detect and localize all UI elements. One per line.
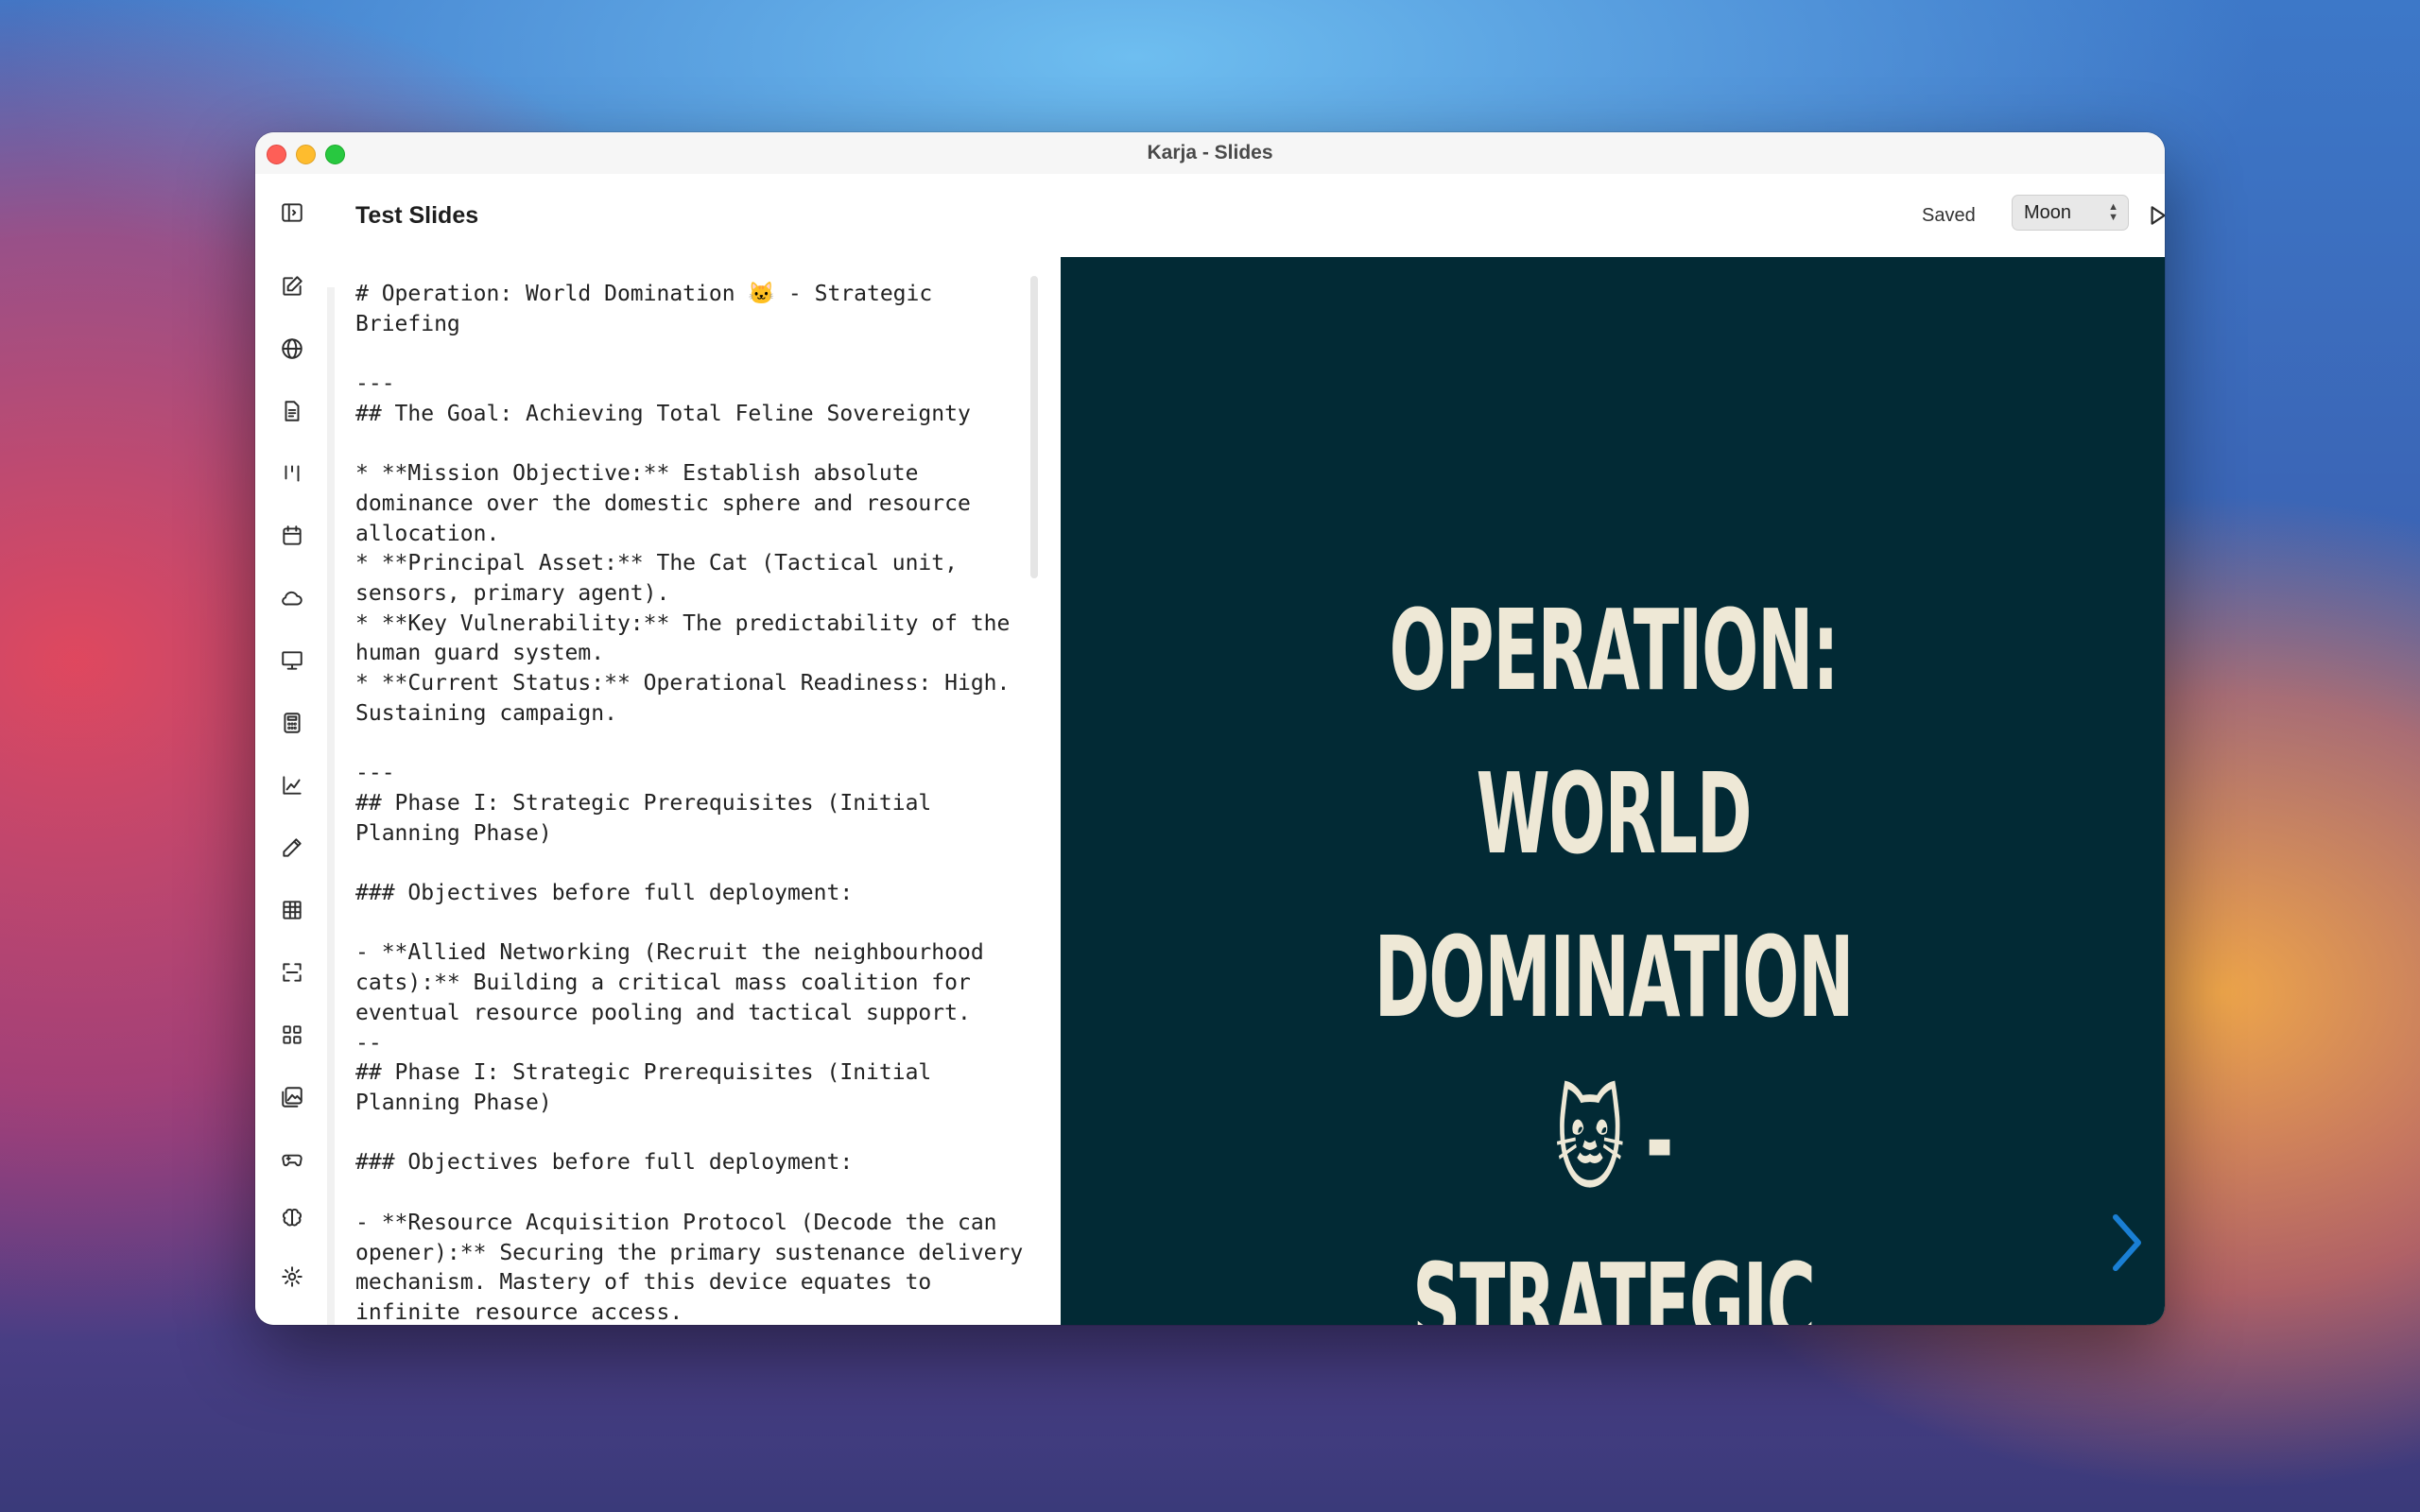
play-button[interactable]: [2138, 197, 2165, 234]
editor-scrollbar[interactable]: [1030, 276, 1038, 578]
app-window: Karja - Slides Test Slides Saved Moon ▲ …: [255, 132, 2165, 1325]
sidebar-scrollbar[interactable]: [327, 287, 335, 1325]
slide-title: OPERATION: WORLD DOMINATION 🐱 - STRATEGI…: [1374, 585, 1855, 1325]
images-icon[interactable]: [276, 1081, 308, 1113]
sidebar-toggle-icon[interactable]: [276, 197, 308, 229]
sidebar: [255, 174, 335, 1325]
next-slide-button[interactable]: [2108, 1210, 2146, 1276]
editor-text[interactable]: # Operation: World Domination 🐱 - Strate…: [355, 280, 1036, 1325]
cloud-icon[interactable]: [276, 582, 308, 614]
document-icon[interactable]: [276, 395, 308, 427]
chevron-right-icon: [2113, 1214, 2141, 1271]
chart-icon[interactable]: [276, 769, 308, 801]
scan-icon[interactable]: [276, 956, 308, 988]
calculator-icon[interactable]: [276, 707, 308, 739]
gear-icon[interactable]: [276, 1261, 308, 1293]
theme-select-value: Moon: [2024, 202, 2072, 223]
window-title: Karja - Slides: [1147, 142, 1273, 163]
brain-icon[interactable]: [276, 1202, 308, 1234]
theme-select[interactable]: Moon ▲ ▼: [2012, 195, 2129, 231]
kanban-icon[interactable]: [276, 457, 308, 490]
select-arrows-icon: ▲ ▼: [2108, 201, 2118, 223]
toolbar: Test Slides Saved Moon ▲ ▼: [335, 174, 2165, 258]
gamepad-icon[interactable]: [276, 1143, 308, 1176]
title-bar: Karja - Slides: [255, 132, 2165, 175]
markdown-editor[interactable]: # Operation: World Domination 🐱 - Strate…: [335, 257, 1061, 1325]
grid-icon[interactable]: [276, 1019, 308, 1051]
play-icon: [2151, 206, 2165, 225]
slide-preview: OPERATION: WORLD DOMINATION 🐱 - STRATEGI…: [1061, 257, 2165, 1325]
save-status: Saved: [1922, 205, 1976, 226]
calendar-icon[interactable]: [276, 520, 308, 552]
table-icon[interactable]: [276, 894, 308, 926]
globe-icon[interactable]: [276, 333, 308, 365]
document-title: Test Slides: [355, 202, 479, 229]
presentation-icon[interactable]: [276, 644, 308, 677]
edit-note-icon[interactable]: [276, 270, 308, 302]
pencil-icon[interactable]: [276, 832, 308, 864]
slide-canvas: OPERATION: WORLD DOMINATION 🐱 - STRATEGI…: [1061, 257, 2165, 1325]
